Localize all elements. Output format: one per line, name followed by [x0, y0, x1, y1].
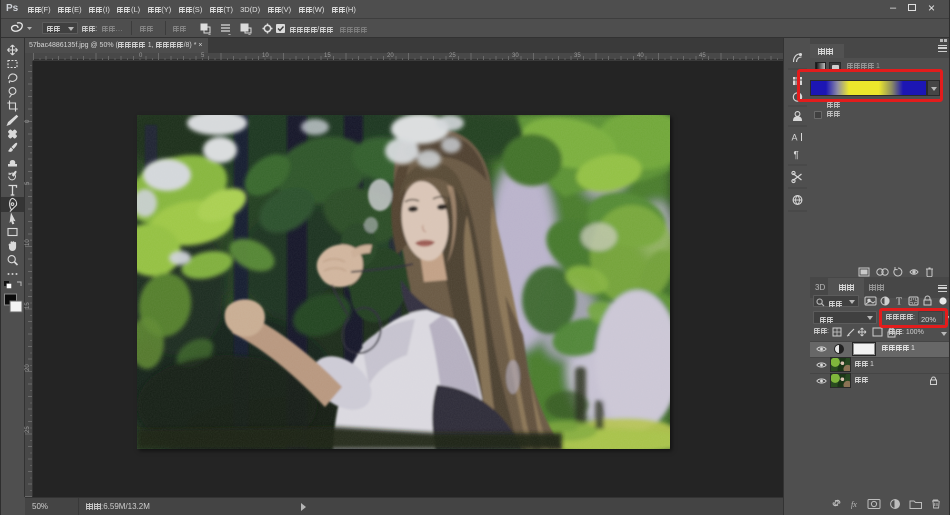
svg-text:A: A [792, 133, 798, 143]
svg-text:¶: ¶ [794, 150, 799, 161]
svg-text:T: T [896, 297, 902, 308]
svg-text:fx: fx [851, 500, 857, 509]
